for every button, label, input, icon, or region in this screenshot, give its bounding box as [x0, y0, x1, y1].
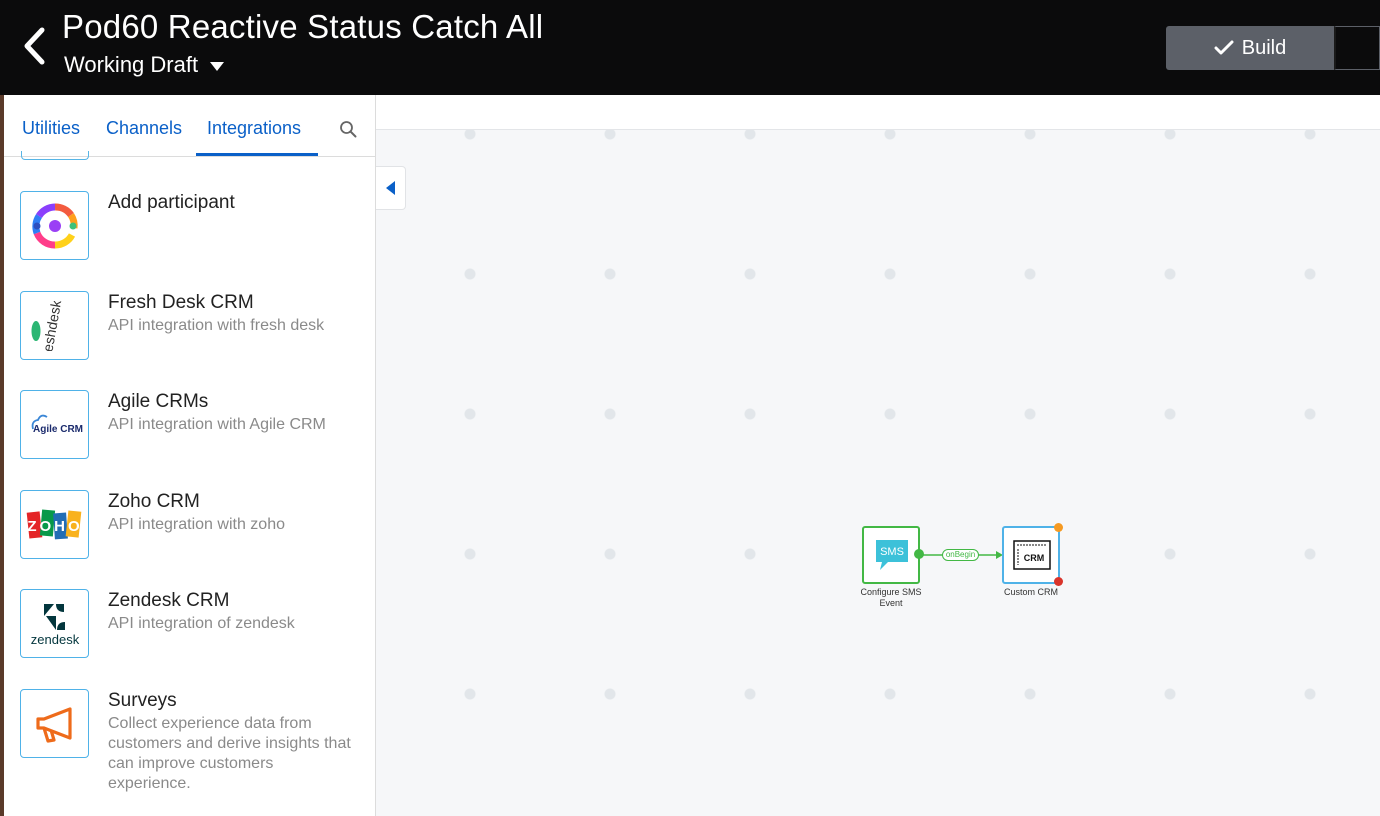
tab-utilities[interactable]: Utilities: [22, 118, 80, 139]
item-description: API integration of zendesk: [108, 615, 295, 632]
canvas-toolbar: [376, 95, 1380, 130]
list-item-zoho-crm[interactable]: ZOHO Zoho CRM API integration with zoho: [20, 490, 360, 580]
item-title: Agile CRMs: [108, 391, 209, 412]
version-dropdown[interactable]: Working Draft: [64, 52, 225, 78]
add-participant-logo-icon: [20, 191, 89, 260]
freshdesk-logo-icon: freshdesk: [20, 291, 89, 360]
item-title: Zendesk CRM: [108, 590, 230, 611]
flow-node-custom-crm[interactable]: CRM: [1002, 526, 1060, 584]
node-error-port[interactable]: [1054, 577, 1063, 586]
logo-text: ZOHO: [27, 518, 82, 535]
zoho-logo-icon: ZOHO: [20, 490, 89, 559]
library-tabs: Utilities Channels Integrations: [4, 95, 375, 157]
crm-icon-text: CRM: [1024, 553, 1045, 563]
back-button[interactable]: [18, 26, 52, 66]
build-options-button[interactable]: [1334, 26, 1380, 70]
search-button[interactable]: [338, 119, 360, 141]
sms-icon-text: SMS: [880, 546, 904, 558]
item-description: API integration with fresh desk: [108, 317, 325, 334]
flow-canvas[interactable]: SMS Configure SMS Event onBegin CRM Cust…: [376, 95, 1380, 816]
item-title: Fresh Desk CRM: [108, 292, 254, 313]
node-label: Custom CRM: [1003, 587, 1058, 597]
list-item-surveys[interactable]: Surveys Collect experience data from cus…: [20, 689, 360, 799]
node-output-port[interactable]: [914, 549, 924, 559]
tab-channels[interactable]: Channels: [106, 118, 182, 139]
item-title: Add participant: [108, 192, 235, 213]
build-button[interactable]: Build: [1166, 26, 1334, 70]
megaphone-icon: [20, 689, 89, 758]
node-warning-port[interactable]: [1054, 523, 1063, 532]
caret-down-icon: [210, 62, 225, 71]
item-title: Surveys: [108, 690, 177, 711]
list-item-agile-crm[interactable]: Agile CRM Agile CRMs API integration wit…: [20, 390, 360, 480]
logo-text: freshdesk: [37, 301, 63, 351]
active-tab-indicator: [196, 153, 318, 156]
list-item-freshdesk-crm[interactable]: freshdesk Fresh Desk CRM API integration…: [20, 291, 360, 381]
check-icon: [1214, 40, 1234, 55]
chevron-left-icon: [24, 27, 45, 65]
item-description: Collect experience data from customers a…: [108, 715, 351, 792]
build-label: Build: [1241, 36, 1287, 59]
tab-integrations[interactable]: Integrations: [207, 118, 301, 139]
list-item-partial: [21, 151, 89, 160]
logo-text: zendesk: [30, 632, 79, 647]
version-label: Working Draft: [64, 52, 199, 77]
caret-left-icon: [386, 181, 395, 195]
zendesk-logo-icon: zendesk: [20, 589, 89, 658]
item-title: Zoho CRM: [108, 491, 200, 512]
logo-text: Agile CRM: [33, 424, 83, 435]
list-item-zendesk-crm[interactable]: zendesk Zendesk CRM API integration of z…: [20, 589, 360, 679]
node-label: Configure SMS Event: [860, 587, 922, 608]
flow-node-configure-sms[interactable]: SMS: [862, 526, 920, 584]
list-item-add-participant[interactable]: Add participant: [20, 191, 360, 281]
crm-icon: CRM: [1013, 540, 1051, 570]
app-header: Pod60 Reactive Status Catch All Working …: [0, 0, 1380, 95]
sms-icon: SMS: [876, 540, 908, 570]
flow-title: Pod60 Reactive Status Catch All: [62, 8, 544, 45]
collapse-panel-button[interactable]: [376, 166, 406, 210]
item-description: API integration with Agile CRM: [108, 416, 326, 433]
item-description: API integration with zoho: [108, 516, 285, 533]
activity-library-panel: Utilities Channels Integrations Add part…: [4, 95, 376, 816]
search-icon: [340, 121, 357, 138]
edge-label[interactable]: onBegin: [942, 549, 979, 561]
agile-crm-logo-icon: Agile CRM: [20, 390, 89, 459]
